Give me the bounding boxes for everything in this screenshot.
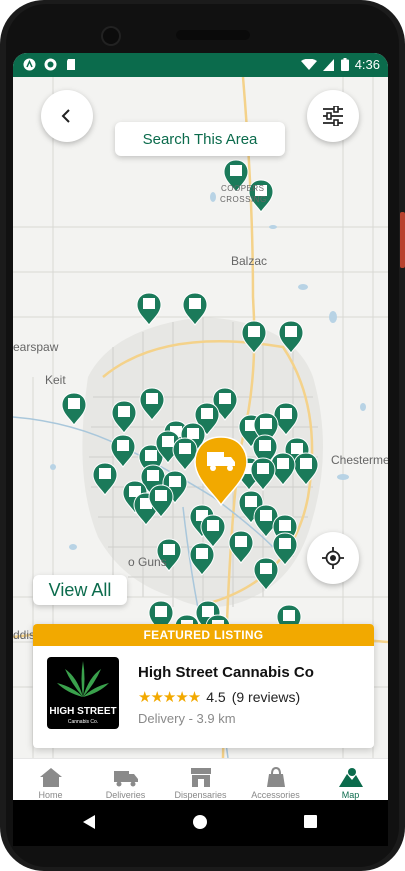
nav-map-label: Map (341, 790, 360, 800)
featured-listing-card[interactable]: FEATURED LISTING HIGH STREET Cannabis Co… (33, 624, 374, 748)
store-logo: HIGH STREET Cannabis Co. (47, 657, 119, 729)
search-this-area-button[interactable]: Search This Area (115, 122, 285, 156)
truck-icon (113, 771, 138, 787)
rating-value: 4.5 (206, 689, 226, 705)
map-icon (338, 768, 363, 787)
nav-map[interactable]: Map (313, 759, 388, 800)
nav-deliveries-label: Deliveries (105, 790, 146, 800)
power-button (400, 212, 405, 268)
front-camera (103, 28, 119, 44)
status-bar: 4:36 (13, 53, 388, 77)
store-name: High Street Cannabis Co (138, 664, 314, 681)
system-navigation-bar (13, 800, 388, 846)
home-nav-icon (193, 815, 207, 829)
logo-subtext: Cannabis Co. (67, 719, 99, 725)
nav-home[interactable]: Home (13, 759, 88, 800)
map-label-crossing: CROSSING (220, 195, 267, 204)
nav-home-label: Home (38, 790, 63, 800)
earpiece-speaker (176, 30, 250, 40)
nav-dispensaries-label: Dispensaries (174, 790, 227, 800)
map-label-keith: Keit (45, 373, 66, 387)
signal-icon (322, 58, 334, 71)
store-rating: ★★★★★ 4.5 (9 reviews) (138, 688, 300, 706)
sliders-icon (323, 106, 343, 126)
record-icon (44, 58, 57, 71)
back-button[interactable] (41, 90, 93, 142)
cannabis-leaf-icon (57, 661, 109, 697)
battery-icon (340, 58, 349, 71)
map-label-coopers: COOPERS (221, 184, 265, 193)
recents-nav-icon (304, 815, 317, 828)
app-notification-icon (23, 58, 36, 71)
nav-accessories-label: Accessories (251, 790, 300, 800)
my-location-button[interactable] (307, 532, 359, 584)
featured-banner: FEATURED LISTING (33, 624, 374, 646)
home-icon (39, 768, 62, 787)
nav-deliveries[interactable]: Deliveries (88, 759, 163, 800)
chevron-left-icon (61, 109, 70, 123)
review-count: (9 reviews) (231, 689, 301, 705)
app-screen: 4:36 COOPERS CROSSING Balzac earspaw Kei… (13, 53, 388, 800)
crosshair-icon (322, 547, 344, 569)
map-label-addis: ddis (13, 628, 36, 642)
store-delivery-distance: Delivery - 3.9 km (138, 711, 236, 726)
bag-icon (266, 766, 285, 787)
star-rating-icon: ★★★★★ (138, 689, 201, 706)
phone-frame: 4:36 COOPERS CROSSING Balzac earspaw Kei… (0, 0, 405, 871)
storefront-icon (190, 768, 211, 787)
filter-button[interactable] (307, 90, 359, 142)
map-label-guns: o Guns (128, 555, 167, 569)
wifi-icon (300, 58, 317, 70)
map-label-chestermere: Chesterme (331, 453, 388, 467)
back-nav-icon (83, 815, 95, 829)
map-label-balzac: Balzac (231, 254, 268, 268)
map-label-bearspaw: earspaw (13, 340, 59, 354)
bottom-navigation: Home Deliveries Dispensaries Accessories… (13, 758, 388, 800)
map-view[interactable]: COOPERS CROSSING Balzac earspaw Keit Che… (13, 76, 388, 759)
nav-accessories[interactable]: Accessories (238, 759, 313, 800)
logo-text: HIGH STREET (49, 706, 117, 717)
status-time: 4:36 (354, 57, 380, 72)
view-all-button[interactable]: View All (33, 575, 127, 605)
nav-dispensaries[interactable]: Dispensaries (163, 759, 238, 800)
sd-card-icon (67, 59, 75, 70)
